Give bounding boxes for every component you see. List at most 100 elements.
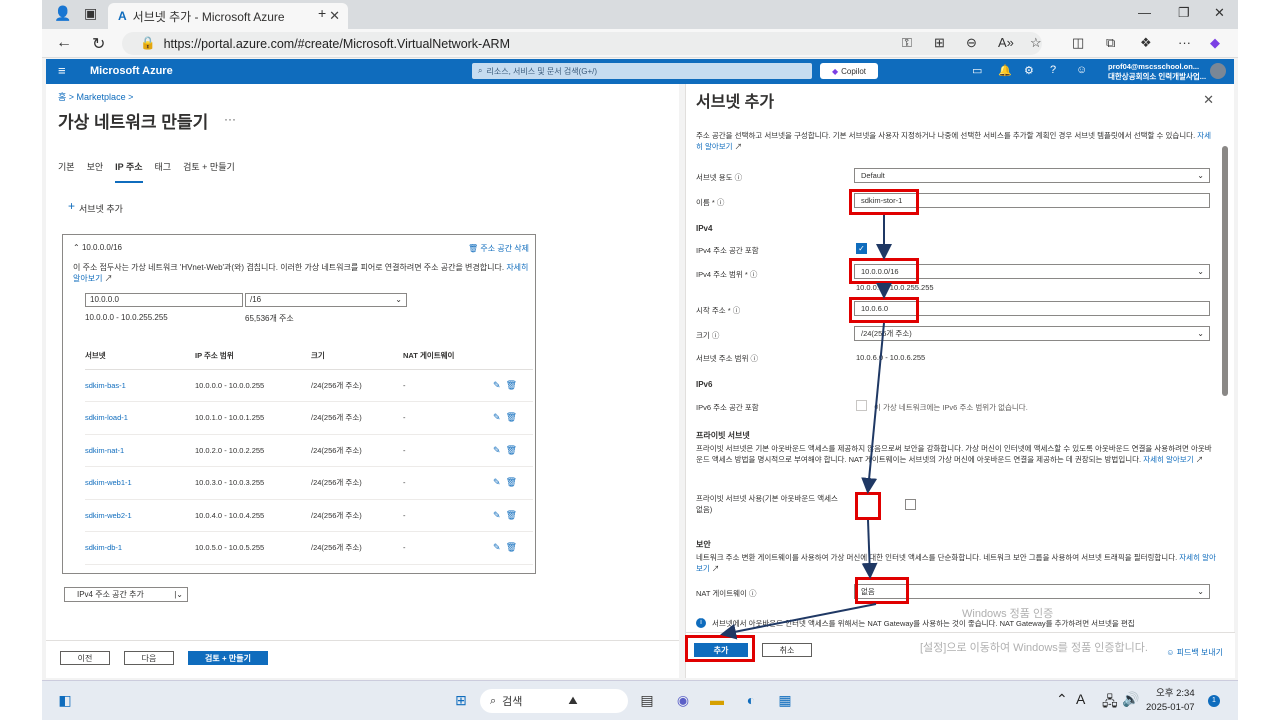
zoom-icon[interactable]: ⊖ bbox=[966, 35, 977, 51]
next-button[interactable]: 다음 bbox=[124, 651, 174, 665]
account-info[interactable]: prof04@mscsschool.on... 대한상공회의소 인력개발사업..… bbox=[1108, 62, 1206, 82]
task-view-icon[interactable]: ▤ bbox=[636, 689, 658, 711]
more-actions-icon[interactable]: ··· bbox=[224, 112, 236, 126]
ipv6-include-checkbox[interactable] bbox=[856, 400, 867, 411]
subnet-name-link[interactable]: sdkim-nat-1 bbox=[85, 434, 195, 467]
file-explorer-icon[interactable]: ▬ bbox=[706, 689, 728, 711]
azure-search-input[interactable]: ⌕ 리소스, 서비스 및 문서 검색(G+/) bbox=[472, 63, 812, 79]
breadcrumb-marketplace[interactable]: Marketplace bbox=[77, 92, 126, 102]
private-subnet-checkbox[interactable] bbox=[905, 499, 916, 510]
chevron-down-icon: ⌄ bbox=[1197, 171, 1204, 180]
copilot-button[interactable]: ◆ Copilot bbox=[820, 63, 878, 79]
scrollbar-thumb[interactable] bbox=[1222, 146, 1228, 396]
panel-description: 주소 공간을 선택하고 서브넷을 구성합니다. 기본 서브넷을 사용자 지정하거… bbox=[696, 131, 1212, 151]
cloud-shell-icon[interactable]: ▭ bbox=[972, 64, 982, 77]
restore-icon[interactable]: ❐ bbox=[1178, 5, 1190, 21]
table-header-row: 서브넷 IP 주소 범위 크기 NAT 게이트웨이 bbox=[85, 343, 533, 370]
settings-icon[interactable]: ⚙ bbox=[1024, 64, 1034, 77]
table-row: sdkim-web1-1 10.0.3.0 - 10.0.3.255 /24(2… bbox=[85, 466, 533, 500]
close-window-icon[interactable]: ✕ bbox=[1214, 5, 1225, 21]
network-icon[interactable]: 🖧 bbox=[1102, 691, 1118, 715]
widgets-icon[interactable]: ◧ bbox=[54, 689, 76, 711]
trash-icon[interactable]: 🗑 bbox=[506, 542, 517, 552]
extensions-icon[interactable]: ❖ bbox=[1140, 35, 1152, 51]
add-ipv4-space-button[interactable]: IPv4 주소 공간 추가 |⌄ bbox=[64, 587, 188, 602]
delete-address-space-label: 주소 공간 삭제 bbox=[480, 244, 529, 253]
edit-icon[interactable]: ✎ bbox=[493, 542, 501, 552]
volume-icon[interactable]: 🔊 bbox=[1122, 691, 1139, 708]
back-icon[interactable]: ← bbox=[56, 34, 72, 52]
collections-icon[interactable]: ⧉ bbox=[1106, 35, 1115, 51]
new-tab-icon[interactable]: + bbox=[318, 5, 326, 21]
subnet-range: 10.0.3.0 - 10.0.3.255 bbox=[195, 466, 311, 500]
read-aloud-icon[interactable]: A» bbox=[998, 35, 1014, 50]
subnet-name-link[interactable]: sdkim-db-1 bbox=[85, 531, 195, 565]
favorite-icon[interactable]: ☆ bbox=[1030, 35, 1042, 51]
tab-review-create[interactable]: 검토 + 만들기 bbox=[183, 160, 235, 183]
help-icon[interactable]: ? bbox=[1050, 64, 1056, 76]
ipv4-include-checkbox[interactable]: ✓ bbox=[856, 243, 867, 254]
learn-more-link[interactable]: 자세히 알아보기 bbox=[1143, 455, 1193, 464]
teams-icon[interactable]: ◉ bbox=[672, 689, 694, 711]
address-space-header[interactable]: ⌃ 10.0.0.0/16 bbox=[73, 243, 122, 252]
feedback-link[interactable]: ☺ 피드백 보내기 bbox=[1166, 647, 1223, 658]
profile-icon[interactable]: 👤 bbox=[54, 5, 71, 22]
notification-badge[interactable]: 1 bbox=[1208, 695, 1220, 707]
cidr-select[interactable]: /16 ⌄ bbox=[245, 293, 407, 307]
hamburger-menu-icon[interactable]: ≡ bbox=[58, 63, 66, 78]
store-icon[interactable]: ▦ bbox=[774, 689, 796, 711]
delete-address-space-button[interactable]: 🗑 주소 공간 삭제 bbox=[468, 243, 529, 254]
start-icon[interactable]: ⊞ bbox=[450, 689, 472, 711]
edit-icon[interactable]: ✎ bbox=[493, 445, 501, 455]
subnet-name-link[interactable]: sdkim-bas-1 bbox=[85, 369, 195, 402]
avatar[interactable] bbox=[1210, 63, 1226, 79]
feedback-header-icon[interactable]: ☺ bbox=[1076, 64, 1087, 76]
more-icon[interactable]: ··· bbox=[1178, 35, 1191, 50]
close-tab-icon[interactable]: ✕ bbox=[329, 8, 340, 24]
edit-icon[interactable]: ✎ bbox=[493, 510, 501, 520]
azure-brand[interactable]: Microsoft Azure bbox=[90, 65, 173, 77]
trash-icon[interactable]: 🗑 bbox=[506, 510, 517, 520]
subnet-name-link[interactable]: sdkim-load-1 bbox=[85, 401, 195, 435]
edge-icon[interactable]: ◐ bbox=[740, 689, 762, 711]
trash-icon[interactable]: 🗑 bbox=[506, 477, 517, 487]
trash-icon[interactable]: 🗑 bbox=[506, 380, 517, 390]
subnet-name-link[interactable]: sdkim-web1-1 bbox=[85, 466, 195, 500]
azure-header: ≡ Microsoft Azure ⌕ 리소스, 서비스 및 문서 검색(G+/… bbox=[46, 59, 1234, 84]
split-screen-icon[interactable]: ◫ bbox=[1072, 35, 1084, 51]
previous-button[interactable]: 이전 bbox=[60, 651, 110, 665]
size-select[interactable]: /24(256개 주소) ⌄ bbox=[854, 326, 1210, 341]
tab-actions-icon[interactable]: ▣ bbox=[84, 5, 97, 22]
copilot-browser-icon[interactable]: ◆ bbox=[1210, 35, 1220, 51]
apps-icon[interactable]: ⊞ bbox=[934, 35, 945, 51]
edit-icon[interactable]: ✎ bbox=[493, 380, 501, 390]
notifications-icon[interactable]: 🔔 bbox=[998, 64, 1012, 77]
tab-basics[interactable]: 기본 bbox=[58, 160, 75, 183]
refresh-icon[interactable]: ↻ bbox=[92, 34, 105, 54]
tray-chevron-icon[interactable]: ⌃ bbox=[1056, 691, 1068, 708]
tab-ip-addresses[interactable]: IP 주소 bbox=[115, 160, 143, 183]
add-subnet-button[interactable]: + 서브넷 추가 bbox=[68, 199, 123, 215]
subnet-name-link[interactable]: sdkim-web2-1 bbox=[85, 499, 195, 532]
trash-icon[interactable]: 🗑 bbox=[506, 445, 517, 455]
clock[interactable]: 오후 2:34 2025-01-07 bbox=[1146, 687, 1195, 715]
breadcrumb-home[interactable]: 홈 bbox=[58, 92, 66, 102]
trash-icon[interactable]: 🗑 bbox=[506, 412, 517, 422]
edit-icon[interactable]: ✎ bbox=[493, 412, 501, 422]
tab-tags[interactable]: 태그 bbox=[155, 160, 172, 183]
key-icon[interactable]: ⚿ bbox=[902, 35, 912, 51]
close-panel-icon[interactable]: ✕ bbox=[1203, 92, 1214, 108]
tab-security[interactable]: 보안 bbox=[87, 160, 104, 183]
address-ip-input[interactable]: 10.0.0.0 bbox=[85, 293, 243, 307]
copilot-icon: ◆ bbox=[831, 66, 839, 76]
browser-tab[interactable]: A 서브넷 추가 - Microsoft Azure ✕ bbox=[108, 3, 348, 29]
taskbar-search[interactable]: ⌕ 검색 ⛰ bbox=[480, 689, 628, 713]
panel-scrollbar[interactable] bbox=[1222, 138, 1228, 618]
edit-icon[interactable]: ✎ bbox=[493, 477, 501, 487]
review-create-button[interactable]: 검토 + 만들기 bbox=[188, 651, 268, 665]
cancel-button[interactable]: 취소 bbox=[762, 643, 812, 657]
purpose-select[interactable]: Default ⌄ bbox=[854, 168, 1210, 183]
minimize-icon[interactable]: — bbox=[1138, 5, 1151, 20]
address-bar: ← ↻ 🔒 https://portal.azure.com/#create/M… bbox=[42, 29, 1238, 58]
language-indicator[interactable]: A bbox=[1076, 691, 1085, 707]
